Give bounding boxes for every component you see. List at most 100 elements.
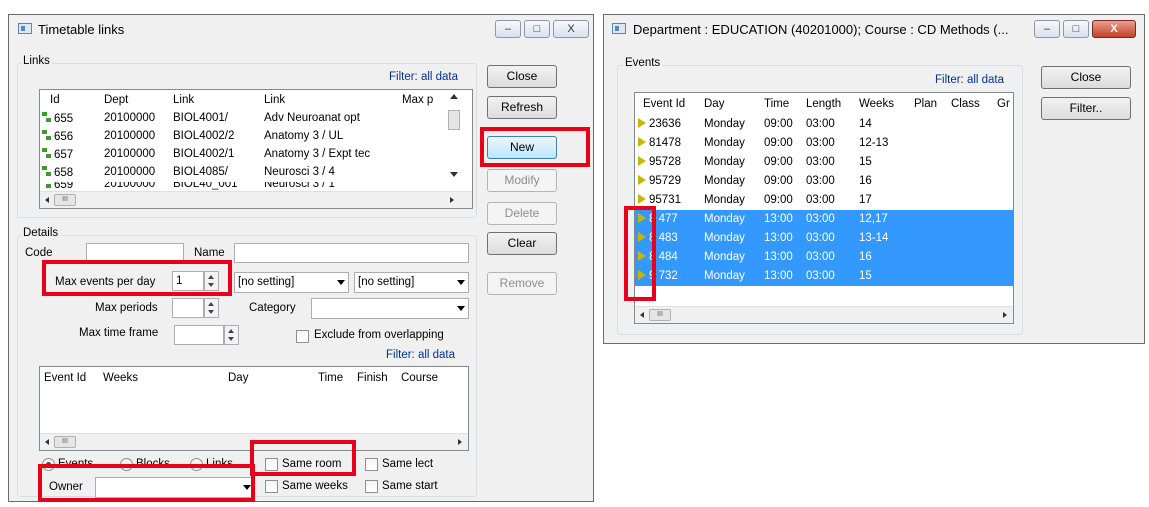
department-window: Department : EDUCATION (40201000); Cours… (603, 14, 1145, 344)
flag-icon (638, 137, 646, 147)
name-input[interactable] (234, 243, 469, 263)
links-filter-link[interactable]: Filter: all data (389, 71, 458, 83)
setting-combo-1[interactable]: [no setting] (234, 272, 349, 293)
row-link: BIOL4002/2 (173, 130, 235, 142)
setting-combo-1-value: [no setting] (238, 276, 295, 288)
links-col-dept[interactable]: Dept (104, 94, 128, 114)
maximize-button[interactable]: □ (524, 20, 550, 38)
vscroll-down-arrow[interactable] (450, 172, 458, 177)
close-button[interactable]: Close (487, 65, 557, 88)
row-link: BIOL4001/ (173, 112, 228, 124)
event-day: Monday (704, 232, 745, 244)
setting-combo-2[interactable]: [no setting] (354, 272, 469, 293)
event-length: 03:00 (806, 194, 835, 206)
details-filter-link[interactable]: Filter: all data (386, 349, 455, 361)
name-label: Name (194, 247, 225, 259)
max-periods-input[interactable] (172, 298, 204, 318)
events-table: Event Id Day Time Length Weeks Plan Clas… (634, 92, 1014, 324)
event-row-selected[interactable]: 8 483 Monday 13:00 03:00 13-14 (635, 229, 1013, 248)
vscroll-thumb[interactable] (448, 110, 460, 130)
scroll-thumb[interactable]: III (54, 194, 76, 206)
event-row[interactable]: 95731 Monday 09:00 03:00 17 (635, 191, 1013, 210)
flag-icon (638, 118, 646, 128)
link-icon (42, 130, 52, 141)
same-weeks-label: Same weeks (282, 480, 348, 492)
event-row-selected[interactable]: 8 477 Monday 13:00 03:00 12,17 (635, 210, 1013, 229)
col-finish[interactable]: Finish (357, 372, 388, 392)
window-title: Department : EDUCATION (40201000); Cours… (633, 22, 1009, 37)
links-col-link[interactable]: Link (173, 94, 194, 114)
clear-button[interactable]: Clear (487, 232, 557, 255)
event-length: 03:00 (806, 175, 835, 187)
row-name: Adv Neuroanat opt (264, 112, 360, 124)
col-day[interactable]: Day (228, 372, 248, 392)
scroll-left-arrow[interactable] (45, 197, 49, 203)
event-id: 95731 (649, 194, 681, 206)
col-event-id[interactable]: Event Id (44, 372, 86, 392)
links-col-max[interactable]: Max p (402, 94, 433, 114)
event-weeks: 15 (859, 156, 872, 168)
event-row-selected[interactable]: 8 484 Monday 13:00 03:00 16 (635, 248, 1013, 267)
max-periods-spinner[interactable] (204, 298, 219, 318)
minimize-button[interactable]: – (495, 20, 521, 38)
exclude-overlapping-checkbox[interactable] (296, 330, 309, 343)
scroll-thumb[interactable]: III (54, 436, 76, 448)
same-weeks-checkbox[interactable] (265, 480, 278, 493)
category-combo[interactable] (311, 298, 469, 319)
row-dept: 20100000 (104, 130, 156, 142)
modify-button[interactable]: Modify (487, 169, 557, 192)
max-time-frame-input[interactable] (174, 325, 224, 345)
event-day: Monday (704, 213, 745, 225)
scroll-left-arrow[interactable] (640, 312, 644, 318)
event-time: 09:00 (764, 118, 793, 130)
event-length: 03:00 (806, 213, 835, 225)
scroll-right-arrow[interactable] (450, 197, 454, 203)
same-start-checkbox[interactable] (365, 480, 378, 493)
events-filter-link[interactable]: Filter: all data (935, 74, 1004, 86)
event-day: Monday (704, 194, 745, 206)
event-day: Monday (704, 175, 745, 187)
event-row[interactable]: 95728 Monday 09:00 03:00 15 (635, 153, 1013, 172)
remove-button[interactable]: Remove (487, 272, 557, 295)
col-weeks[interactable]: Weeks (103, 372, 138, 392)
event-row[interactable]: 81478 Monday 09:00 03:00 12-13 (635, 134, 1013, 153)
row-dept: 20100000 (104, 182, 156, 190)
filter-button[interactable]: Filter.. (1041, 97, 1131, 120)
max-time-frame-spinner[interactable] (224, 325, 239, 345)
same-lect-checkbox[interactable] (365, 458, 378, 471)
refresh-button[interactable]: Refresh (487, 96, 557, 119)
event-row-selected[interactable]: 9 732 Monday 13:00 03:00 15 (635, 267, 1013, 286)
scroll-right-arrow[interactable] (1003, 312, 1007, 318)
event-id: 81478 (649, 137, 681, 149)
same-lect-label: Same lect (382, 458, 434, 470)
event-row[interactable]: 95729 Monday 09:00 03:00 16 (635, 172, 1013, 191)
col-time[interactable]: Time (318, 372, 343, 392)
details-group-label: Details (21, 227, 61, 239)
event-time: 09:00 (764, 175, 793, 187)
event-day: Monday (704, 156, 745, 168)
links-hscrollbar[interactable]: III (40, 191, 472, 208)
col-course[interactable]: Course (401, 372, 438, 392)
close-window-button[interactable]: X (553, 20, 589, 38)
scroll-left-arrow[interactable] (45, 439, 49, 445)
vscroll-up-arrow[interactable] (450, 94, 458, 99)
close-button[interactable]: Close (1041, 66, 1131, 89)
event-length: 03:00 (806, 156, 835, 168)
delete-button[interactable]: Delete (487, 202, 557, 225)
event-day: Monday (704, 251, 745, 263)
max-time-frame-label: Max time frame (79, 327, 159, 339)
scroll-right-arrow[interactable] (458, 439, 462, 445)
maximize-button[interactable]: □ (1063, 20, 1089, 38)
links-col-link-name[interactable]: Link (264, 94, 285, 114)
event-row[interactable]: 23636 Monday 09:00 03:00 14 (635, 115, 1013, 134)
links-table-row[interactable]: 659 20100000 BIOL40_001 Neurosci 3 / 1 (40, 182, 440, 190)
links-col-id[interactable]: Id (50, 94, 60, 114)
events-hscrollbar[interactable]: III (635, 306, 1013, 323)
scroll-thumb[interactable]: III (649, 309, 671, 321)
minimize-button[interactable]: – (1034, 20, 1060, 38)
timetable-links-window: Timetable links – □ X Links Filter: all … (8, 14, 594, 502)
event-time: 13:00 (764, 213, 793, 225)
close-window-button[interactable]: X (1092, 20, 1136, 38)
window-title: Timetable links (38, 22, 125, 37)
event-weeks: 15 (859, 270, 872, 282)
